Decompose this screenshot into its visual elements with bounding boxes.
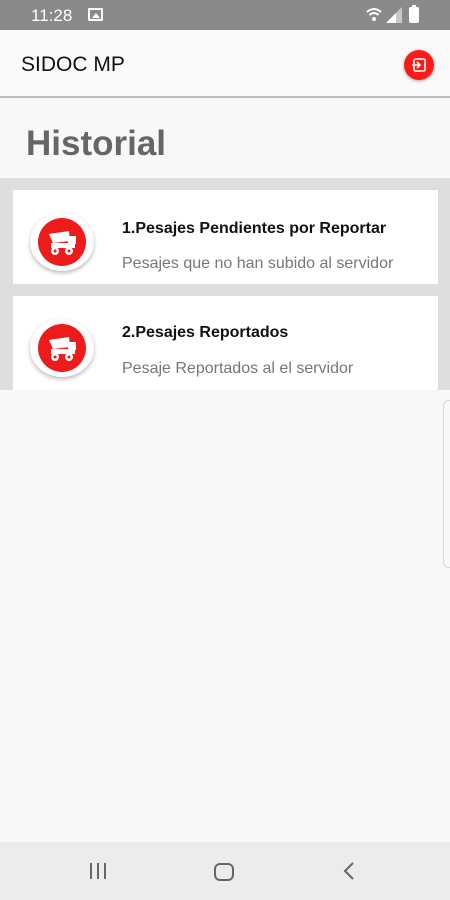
app-bar: SIDOC MP bbox=[0, 30, 450, 98]
logout-button[interactable] bbox=[404, 50, 434, 80]
item-subtitle: Pesajes que no han subido al servidor bbox=[122, 255, 394, 272]
card-icon bbox=[30, 213, 94, 271]
truck-icon bbox=[49, 231, 76, 255]
item-title: 2.Pesajes Reportados bbox=[122, 324, 289, 341]
signal-icon bbox=[386, 7, 402, 23]
app-title: SIDOC MP bbox=[21, 53, 125, 76]
back-icon[interactable] bbox=[342, 862, 356, 880]
truck-icon bbox=[49, 337, 76, 361]
navigation-bar bbox=[0, 842, 450, 900]
logout-icon bbox=[412, 58, 426, 72]
item-title: 1.Pesajes Pendientes por Reportar bbox=[122, 220, 387, 237]
item-subtitle: Pesaje Reportados al el servidor bbox=[122, 360, 354, 377]
history-list: 1.Pesajes Pendientes por Reportar Pesaje… bbox=[0, 178, 450, 390]
wifi-icon bbox=[366, 8, 382, 21]
status-time: 11:28 bbox=[31, 6, 73, 25]
recents-icon[interactable] bbox=[88, 862, 108, 880]
edge-panel-handle[interactable] bbox=[443, 400, 450, 568]
card-icon bbox=[30, 319, 94, 377]
status-bar: 11:28 bbox=[0, 0, 450, 30]
history-item-reported[interactable]: 2.Pesajes Reportados Pesaje Reportados a… bbox=[13, 296, 438, 390]
gallery-icon bbox=[88, 8, 103, 21]
home-icon[interactable] bbox=[214, 863, 234, 881]
history-item-pending[interactable]: 1.Pesajes Pendientes por Reportar Pesaje… bbox=[13, 190, 438, 284]
battery-icon bbox=[409, 5, 419, 23]
page-heading: Historial bbox=[26, 124, 167, 163]
